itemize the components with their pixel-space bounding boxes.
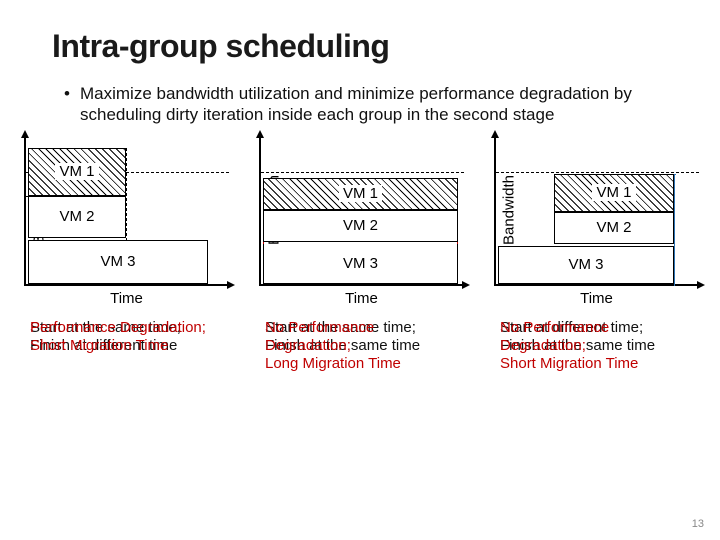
slide-title: Intra-group scheduling — [0, 0, 720, 65]
bar-vm1: VM 1 — [28, 148, 126, 196]
caption-red: Performance Degradation; Short Migration… — [30, 319, 206, 355]
chart-a: Bandwidth VM 1 VM 2 VM 3 Time Performanc… — [24, 136, 229, 355]
bar-vm1: VM 1 — [263, 178, 458, 210]
bar-label: VM 2 — [343, 217, 378, 234]
plot-b: Bandwidth VM 1 VM 2 VM 3 — [259, 136, 464, 286]
arrow-right-icon — [462, 281, 470, 289]
arrow-up-icon — [491, 130, 499, 138]
caption-c: No Performance Degradation; Short Migrat… — [494, 307, 699, 355]
bullet-text: Maximize bandwidth utilization and minim… — [0, 65, 720, 126]
bar-vm3: VM 3 — [28, 240, 208, 284]
slide-number: 13 — [692, 518, 704, 530]
bar-vm2: VM 2 — [28, 196, 126, 238]
bar-label: VM 2 — [596, 219, 631, 236]
plot-c: Bandwidth VM 1 VM 2 VM 3 — [494, 136, 699, 286]
caption-red: No Performance Degradation; Long Migrati… — [265, 319, 464, 373]
charts-row: Bandwidth VM 1 VM 2 VM 3 Time Performanc… — [0, 126, 720, 355]
caption-b: No Performance Degradation; Long Migrati… — [259, 307, 464, 355]
arrow-up-icon — [256, 130, 264, 138]
caption-red: No Performance Degradation; Short Migrat… — [500, 319, 699, 373]
chart-b: Bandwidth VM 1 VM 2 VM 3 Time No Perform… — [259, 136, 464, 355]
bar-label: VM 3 — [100, 253, 135, 270]
bar-vm3: VM 3 — [263, 244, 458, 284]
arrow-right-icon — [697, 281, 705, 289]
bar-label: VM 3 — [343, 255, 378, 272]
plot-a: Bandwidth VM 1 VM 2 VM 3 — [24, 136, 229, 286]
chart-c: Bandwidth VM 1 VM 2 VM 3 Time No Perform… — [494, 136, 699, 355]
bar-label: VM 1 — [55, 163, 98, 180]
bar-label: VM 1 — [592, 184, 635, 201]
bar-label: VM 2 — [59, 208, 94, 225]
x-axis-label: Time — [259, 286, 464, 307]
blue-overlay — [674, 174, 675, 286]
bar-vm2: VM 2 — [554, 212, 674, 244]
x-axis-label: Time — [24, 286, 229, 307]
bar-label: VM 3 — [568, 256, 603, 273]
bar-vm3: VM 3 — [498, 246, 674, 284]
bandwidth-cap-line — [496, 172, 699, 173]
bar-label: VM 1 — [339, 185, 382, 202]
x-axis-label: Time — [494, 286, 699, 307]
y-axis-label: Bandwidth — [501, 174, 518, 244]
bandwidth-cap-line — [261, 172, 464, 173]
arrow-up-icon — [21, 130, 29, 138]
bar-vm1: VM 1 — [554, 174, 674, 212]
bar-vm2: VM 2 — [263, 210, 458, 242]
caption-a: Performance Degradation; Short Migration… — [24, 307, 229, 355]
arrow-right-icon — [227, 281, 235, 289]
